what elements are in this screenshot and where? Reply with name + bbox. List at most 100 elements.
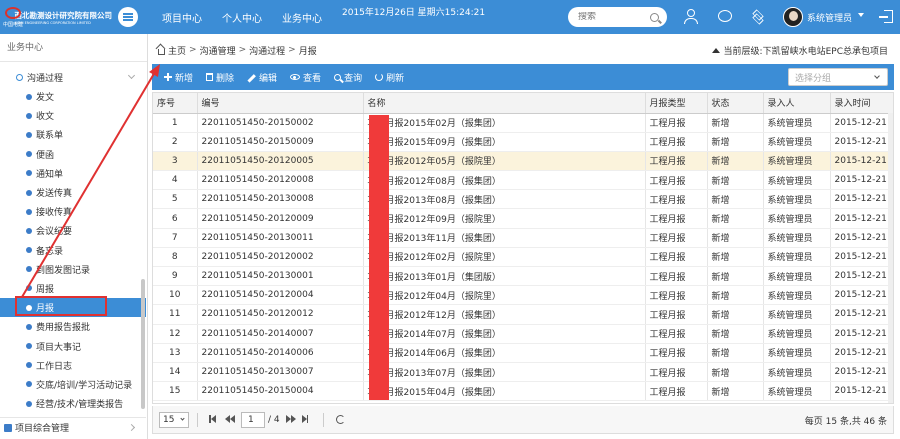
cell-status: 新增 xyxy=(707,189,764,210)
sidebar-item[interactable]: 会议纪要 xyxy=(0,221,146,240)
col-header-index[interactable]: 序号 xyxy=(153,93,198,114)
sidebar-footer-project-management[interactable]: 项目综合管理 xyxy=(0,417,146,437)
home-icon[interactable] xyxy=(156,46,165,55)
user-name[interactable]: 系统管理员 xyxy=(807,11,852,24)
menu-toggle-button[interactable] xyxy=(118,7,138,27)
sidebar-item[interactable]: 备忘录 xyxy=(0,241,146,260)
cell-index: 3 xyxy=(153,151,198,172)
sidebar-group-communication[interactable]: 沟通过程 xyxy=(0,68,146,86)
first-page-button[interactable] xyxy=(209,414,219,425)
sidebar-item[interactable]: 项目大事记 xyxy=(0,336,146,355)
bullet-icon xyxy=(26,112,32,119)
table-row[interactable]: 4 22011051450-20120008 项目月报2012年08月（报集团） 工程… xyxy=(153,170,893,191)
logo-icon: 中国电建 xyxy=(3,5,23,29)
cell-creator: 系统管理员 xyxy=(763,362,831,383)
sidebar-item[interactable]: 接收传真 xyxy=(0,202,146,221)
grid-scrollbar[interactable] xyxy=(888,113,893,403)
cell-status: 新增 xyxy=(707,151,764,172)
sidebar-item[interactable]: 收文 xyxy=(0,106,146,125)
sidebar-item-label: 接收传真 xyxy=(36,208,73,219)
cell-index: 4 xyxy=(153,170,198,191)
sidebar-item[interactable]: 发文 xyxy=(0,87,146,106)
sidebar-item[interactable]: 便函 xyxy=(0,145,146,164)
refresh-icon[interactable] xyxy=(335,415,345,424)
table-row[interactable]: 12 22011051450-20140007 项目月报2014年07月（报集团）工… xyxy=(153,324,893,344)
table-row[interactable]: 9 22011051450-20130001 项目月报2013年01月（集团版） 工程… xyxy=(153,266,893,287)
breadcrumb-comm-process[interactable]: 沟通过程 xyxy=(249,44,285,57)
cell-name: 项目月报2015年04月（报集团） xyxy=(363,381,646,402)
nav-project-center[interactable]: 项目中心 xyxy=(162,10,202,25)
project-selector[interactable]: 当前层级: 下凯留峡水电站EPC总承包项目 xyxy=(711,44,888,57)
table-row[interactable]: 6 22011051450-20120009 项目月报2012年09月（报院里） 工程… xyxy=(153,208,893,229)
page-size-select[interactable]: 15 xyxy=(159,411,189,428)
cell-index: 8 xyxy=(153,247,198,268)
col-header-type[interactable]: 月报类型 xyxy=(645,93,708,114)
col-header-creator[interactable]: 录入人 xyxy=(763,93,831,114)
data-grid: 序号 编号 名称 月报类型 状态 录入人 录入时间 1 22011051450-2… xyxy=(152,92,894,404)
sidebar-item[interactable]: 工作日志 xyxy=(0,356,146,375)
sidebar-item[interactable]: 费用报告报批 xyxy=(0,317,146,336)
col-header-status[interactable]: 状态 xyxy=(707,93,764,114)
sidebar-item[interactable]: 发送传真 xyxy=(0,183,146,202)
cell-code: 22011051450-20120004 xyxy=(197,285,364,306)
breadcrumb-separator: > xyxy=(238,45,247,55)
sidebar-item-label: 通知单 xyxy=(36,169,64,180)
nav-business-center[interactable]: 业务中心 xyxy=(282,10,322,25)
project-value[interactable]: 下凯留峡水电站EPC总承包项目 xyxy=(763,44,888,57)
sidebar-item[interactable]: 经营/技术/管理类报告 xyxy=(0,394,146,413)
sidebar: 业务中心 沟通过程 发文 收文 联系单 便函 通知单 发送传真 接收传真 会议纪要 备忘录 到图发… xyxy=(0,34,148,439)
user-icon[interactable] xyxy=(683,9,699,25)
avatar[interactable] xyxy=(783,7,803,27)
sidebar-item[interactable]: 联系单 xyxy=(0,125,146,144)
cell-type: 工程月报 xyxy=(645,208,708,229)
edit-button[interactable]: 编辑 xyxy=(247,71,277,84)
col-header-code[interactable]: 编号 xyxy=(197,93,364,114)
bullet-icon xyxy=(26,227,32,234)
sidebar-item[interactable]: 交底/培训/学习活动记录 xyxy=(0,375,146,394)
group-select[interactable]: 选择分组 xyxy=(788,68,888,86)
cell-code: 22011051450-20150009 xyxy=(197,132,364,152)
table-row[interactable]: 10 22011051450-20120004 项目月报2012年04月（报院里）工… xyxy=(153,285,893,306)
breadcrumb-comm-mgmt[interactable]: 沟通管理 xyxy=(200,44,236,57)
sidebar-item-label: 发文 xyxy=(36,93,55,104)
sidebar-scrollbar[interactable] xyxy=(141,279,145,409)
global-search[interactable] xyxy=(568,7,667,27)
sidebar-item[interactable]: 到图发图记录 xyxy=(0,260,146,279)
search-input[interactable] xyxy=(578,12,648,22)
table-row[interactable]: 14 22011051450-20130007 项目月报2013年07月（报集团）工… xyxy=(153,362,893,383)
breadcrumb-home[interactable]: 主页 xyxy=(168,44,186,57)
cell-index: 2 xyxy=(153,132,198,152)
cell-name: 项目月报2012年08月（报集团） xyxy=(363,170,646,191)
last-page-button[interactable] xyxy=(301,414,312,425)
next-page-button[interactable] xyxy=(285,414,296,425)
table-row[interactable]: 7 22011051450-20130011 项目月报2013年11月（报集团） 工程… xyxy=(153,228,893,248)
layers-icon[interactable] xyxy=(750,9,766,25)
add-button[interactable]: 新增 xyxy=(164,71,193,84)
table-row[interactable]: 1 22011051450-20150002 项目月报2015年02月（报集团） 工程… xyxy=(153,113,893,133)
prev-page-button[interactable] xyxy=(225,414,235,425)
eye-icon xyxy=(290,74,301,80)
search-icon[interactable] xyxy=(650,12,659,22)
page-number-input[interactable]: 1 xyxy=(241,411,265,428)
table-row[interactable]: 11 22011051450-20120012 项目月报2012年12月（报集团）工… xyxy=(153,304,893,325)
table-row[interactable]: 8 22011051450-20120002 项目月报2012年02月（报院里） 工程… xyxy=(153,247,893,268)
col-header-time[interactable]: 录入时间 xyxy=(830,93,893,114)
refresh-button[interactable]: 刷新 xyxy=(375,71,404,84)
table-row[interactable]: 13 22011051450-20140006 项目月报2014年06月（报集团）工… xyxy=(153,343,893,363)
table-row[interactable]: 2 22011051450-20150009 项目月报2015年09月（报集团） 工程… xyxy=(153,132,893,152)
nav-personal-center[interactable]: 个人中心 xyxy=(222,10,262,25)
view-button[interactable]: 查看 xyxy=(290,71,321,84)
user-caret-icon[interactable] xyxy=(858,13,864,17)
table-row[interactable]: 15 22011051450-20150004 项目月报2015年04月（报集团）工… xyxy=(153,381,893,402)
table-row[interactable]: 3 22011051450-20120005 项目月报2012年05月（报院里） 工程… xyxy=(153,151,893,172)
table-row[interactable]: 5 22011051450-20130008 项目月报2013年08月（报集团） 工程… xyxy=(153,189,893,210)
query-button[interactable]: 查询 xyxy=(334,71,362,84)
table-header-row: 序号 编号 名称 月报类型 状态 录入人 录入时间 xyxy=(153,93,893,114)
logout-icon[interactable] xyxy=(879,9,895,25)
cell-creator: 系统管理员 xyxy=(763,324,831,344)
col-header-name[interactable]: 名称 xyxy=(363,93,646,114)
message-icon[interactable] xyxy=(717,9,733,25)
sidebar-list: 发文 收文 联系单 便函 通知单 发送传真 接收传真 会议纪要 备忘录 到图发图记录 周报 月报 费用报… xyxy=(0,87,146,413)
delete-button[interactable]: 删除 xyxy=(206,71,234,84)
sidebar-item[interactable]: 通知单 xyxy=(0,164,146,183)
